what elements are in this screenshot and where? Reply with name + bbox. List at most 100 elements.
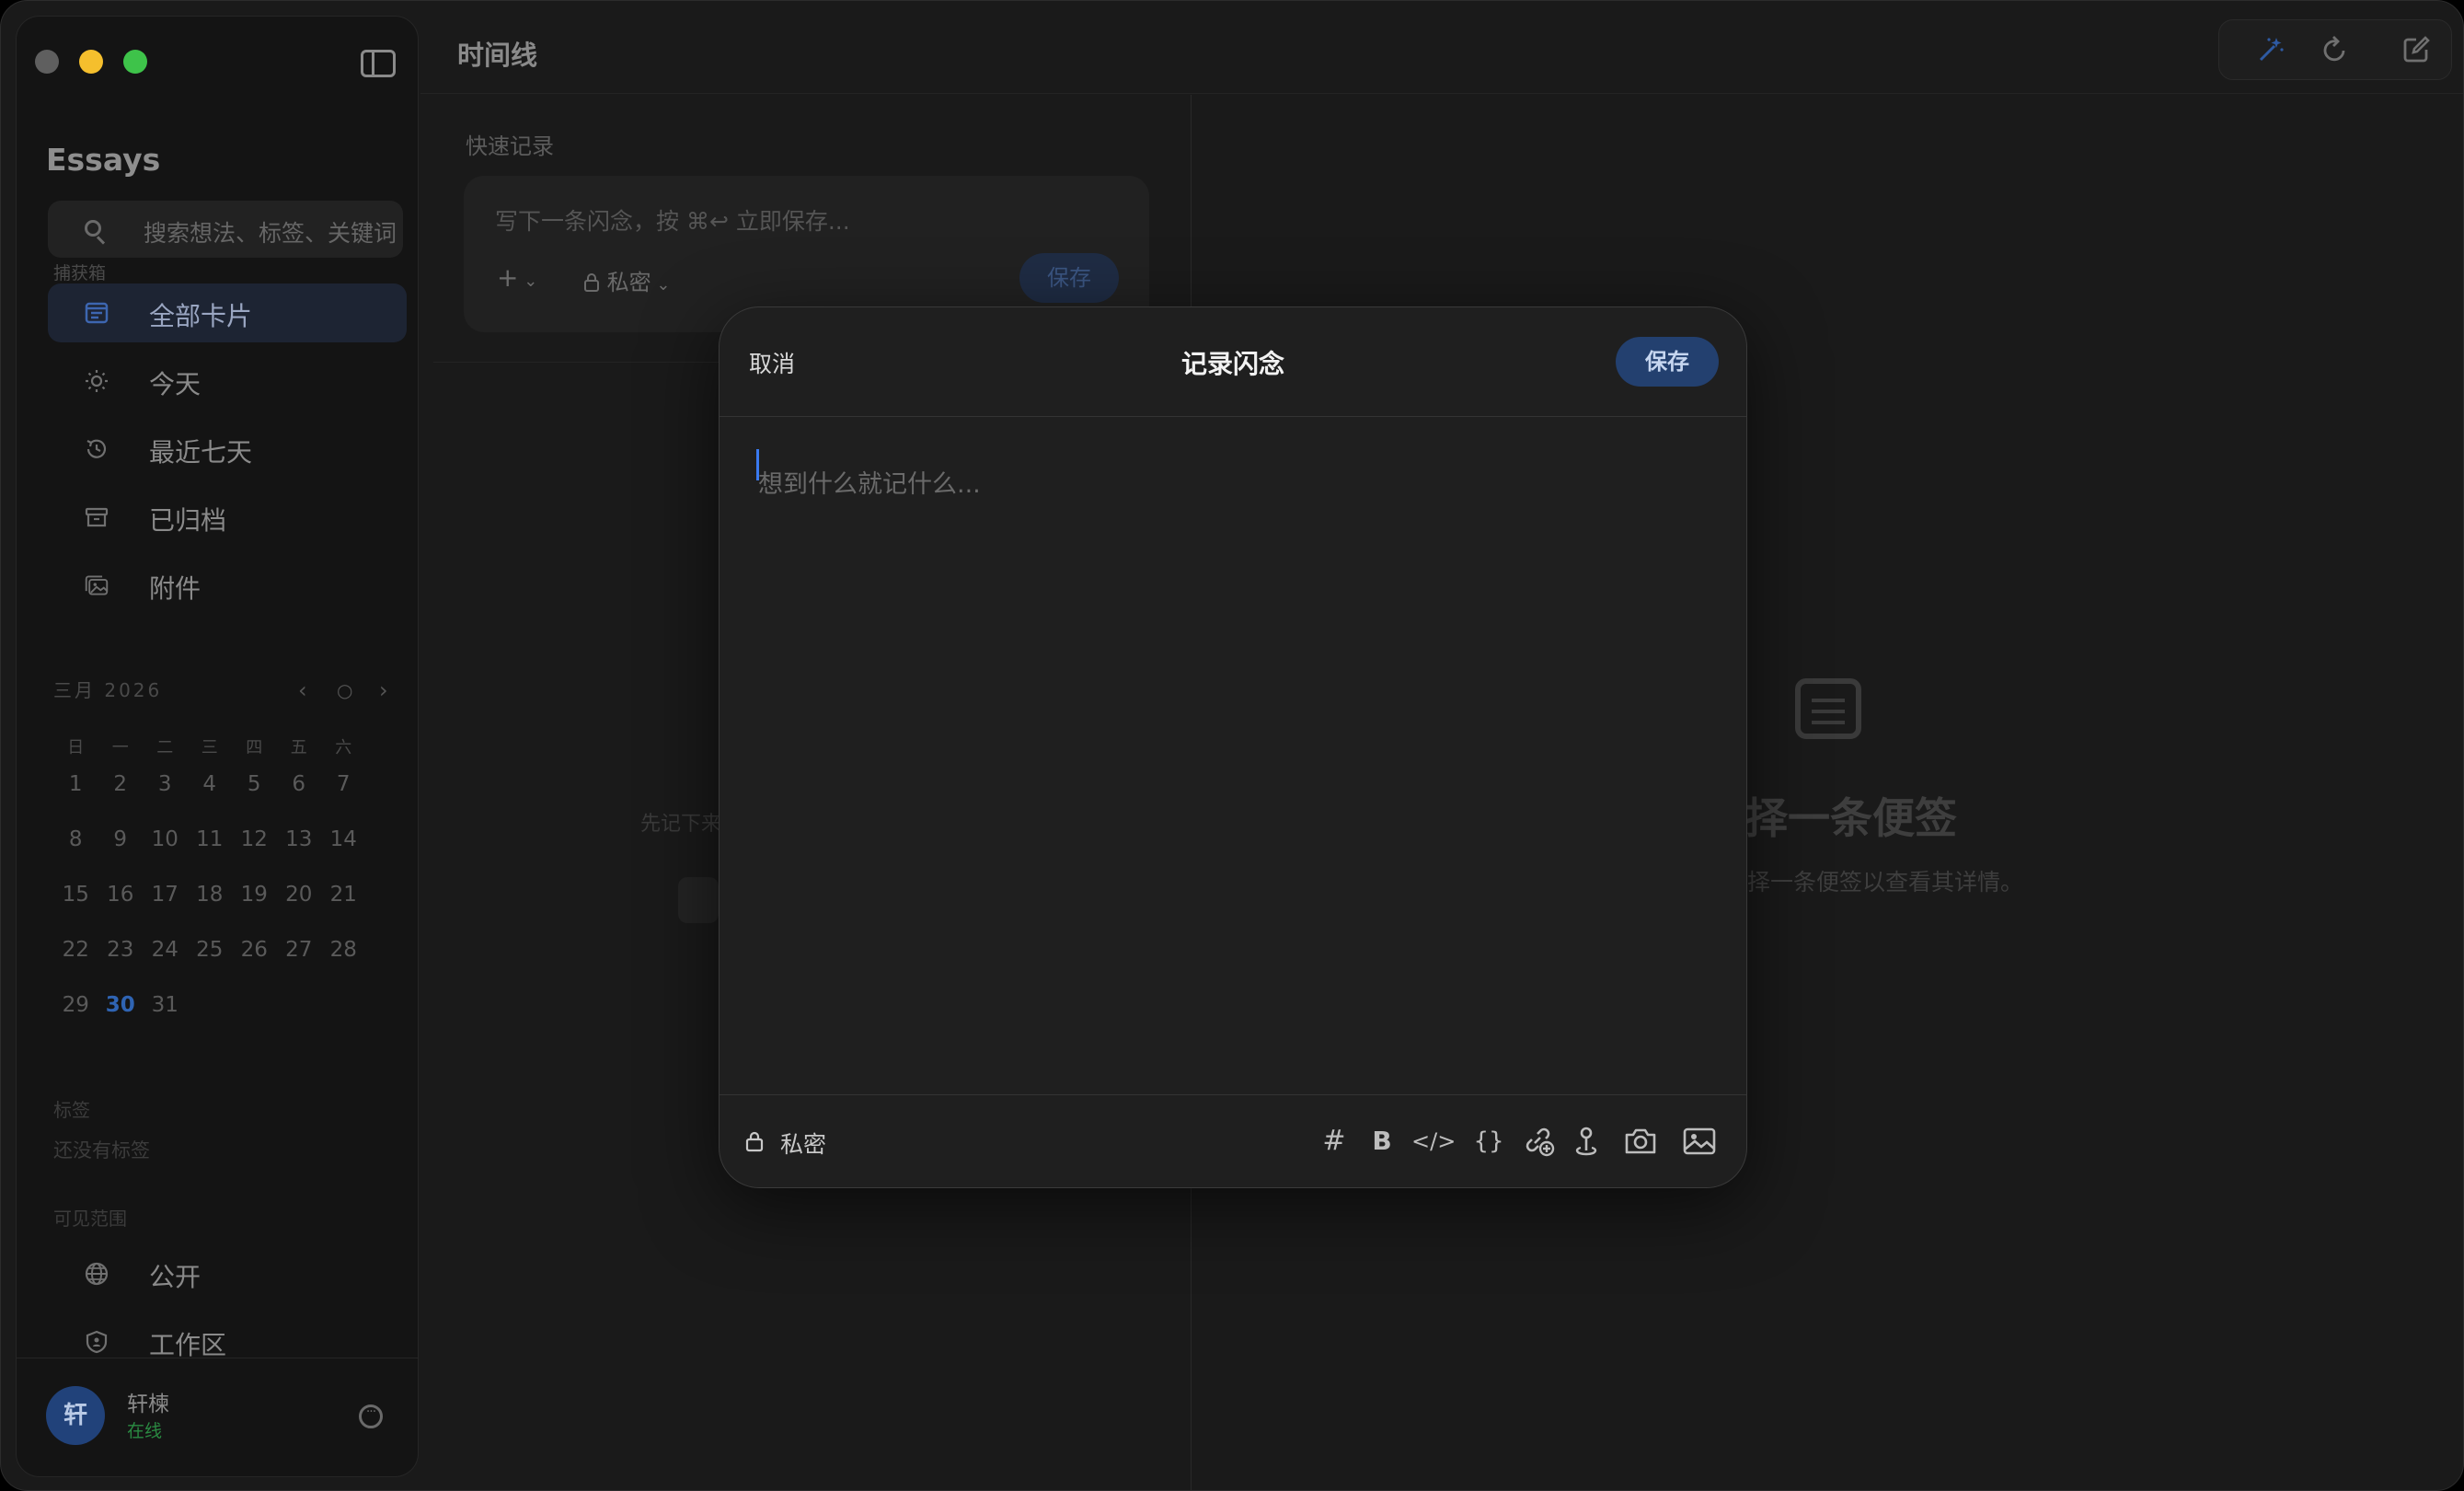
refresh-icon[interactable] bbox=[2320, 35, 2350, 64]
page-title: 时间线 bbox=[457, 40, 538, 71]
shield-icon bbox=[86, 1330, 108, 1354]
calendar-day[interactable]: 26 bbox=[232, 940, 277, 996]
calendar-day[interactable]: 9 bbox=[98, 829, 144, 885]
sidebar-item-label: 公开 bbox=[149, 1262, 201, 1292]
toolbar-actions bbox=[2218, 19, 2452, 80]
sidebar-item-public[interactable]: 公开 bbox=[48, 1244, 407, 1303]
user-bar: 轩 轩楝 在线 ··· bbox=[17, 1358, 418, 1476]
calendar-grid: 日一二三四五六 1 2 3 4 5 6 7 8 9 10 11 12 13 14 15 16 17 18 19 20 21… bbox=[53, 734, 394, 1051]
calendar-day[interactable]: 5 bbox=[232, 774, 277, 830]
sidebar-item-label: 工作区 bbox=[149, 1330, 227, 1360]
privacy-toggle[interactable]: 私密 bbox=[780, 1127, 826, 1160]
calendar-weekday: 一 bbox=[111, 738, 129, 757]
calendar-day[interactable]: 13 bbox=[277, 829, 322, 885]
calendar-day[interactable]: 3 bbox=[143, 774, 188, 830]
code-block-icon[interactable]: {} bbox=[1470, 1125, 1507, 1158]
sidebar-item-label: 附件 bbox=[149, 573, 201, 604]
sidebar-item-archived[interactable]: 已归档 bbox=[48, 488, 407, 547]
hashtag-icon[interactable]: # bbox=[1318, 1125, 1351, 1158]
search-icon bbox=[85, 220, 101, 237]
calendar-day[interactable]: 23 bbox=[98, 940, 144, 996]
calendar-day[interactable]: 4 bbox=[188, 774, 233, 830]
calendar-day[interactable]: 17 bbox=[143, 884, 188, 941]
capture-modal: 取消 记录闪念 保存 想到什么就记什么... 私密 # B </> {} bbox=[719, 306, 1747, 1188]
modal-header: 取消 记录闪念 保存 bbox=[720, 307, 1746, 417]
calendar-day[interactable]: 11 bbox=[188, 829, 233, 885]
calendar-day[interactable]: 10 bbox=[143, 829, 188, 885]
sidebar-item-last-seven-days[interactable]: 最近七天 bbox=[48, 420, 407, 479]
calendar-day[interactable]: 1 bbox=[53, 774, 98, 830]
calendar-day[interactable]: 16 bbox=[98, 884, 144, 941]
calendar-day[interactable]: 15 bbox=[53, 884, 98, 941]
compose-icon[interactable] bbox=[2401, 35, 2431, 64]
calendar-day[interactable]: 19 bbox=[232, 884, 277, 941]
save-button[interactable]: 保存 bbox=[1616, 337, 1719, 387]
calendar-weekday: 六 bbox=[335, 738, 352, 757]
calendar-day[interactable]: 18 bbox=[188, 884, 233, 941]
calendar-next-icon[interactable]: › bbox=[379, 677, 388, 703]
location-pin-icon[interactable] bbox=[1572, 1125, 1601, 1158]
image-icon[interactable] bbox=[1682, 1125, 1717, 1158]
quick-privacy-selector[interactable]: 私密 ⌄ bbox=[583, 264, 670, 296]
sidebar-toggle-icon[interactable] bbox=[361, 50, 396, 77]
calendar-day[interactable]: 31 bbox=[143, 995, 188, 1051]
add-menu-button[interactable]: + ⌄ bbox=[497, 262, 537, 293]
chevron-down-icon: ⌄ bbox=[651, 275, 671, 295]
link-add-icon[interactable] bbox=[1522, 1125, 1555, 1158]
camera-icon[interactable] bbox=[1623, 1125, 1658, 1158]
quick-capture-label: 快速记录 bbox=[466, 133, 554, 159]
calendar-prev-icon[interactable]: ‹ bbox=[298, 677, 307, 703]
sidebar-item-label: 已归档 bbox=[149, 505, 227, 536]
calendar-day[interactable]: 12 bbox=[232, 829, 277, 885]
note-icon bbox=[1795, 678, 1861, 739]
calendar-day[interactable]: 14 bbox=[321, 829, 366, 885]
modal-footer: 私密 # B </> {} bbox=[720, 1094, 1746, 1187]
timeline-empty-text: 先记下来 bbox=[640, 813, 722, 836]
calendar-day-today[interactable]: 30 bbox=[98, 995, 144, 1051]
sidebar-item-attachments[interactable]: 附件 bbox=[48, 556, 407, 615]
close-window-button[interactable] bbox=[35, 50, 59, 74]
calendar-today-icon[interactable]: ○ bbox=[337, 679, 352, 701]
calendar-day[interactable]: 20 bbox=[277, 884, 322, 941]
cards-icon bbox=[85, 302, 109, 324]
avatar[interactable]: 轩 bbox=[46, 1386, 105, 1445]
quick-capture-input[interactable]: 写下一条闪念，按 ⌘↩ 立即保存... bbox=[495, 203, 850, 237]
calendar-day[interactable]: 7 bbox=[321, 774, 366, 830]
calendar-day[interactable]: 22 bbox=[53, 940, 98, 996]
header-divider bbox=[420, 93, 2463, 94]
calendar-day[interactable]: 29 bbox=[53, 995, 98, 1051]
privacy-label: 私密 bbox=[606, 270, 651, 295]
calendar-day[interactable]: 28 bbox=[321, 940, 366, 996]
note-editor[interactable]: 想到什么就记什么... bbox=[720, 416, 1746, 1079]
calendar-day[interactable]: 24 bbox=[143, 940, 188, 996]
calendar-weekday: 四 bbox=[246, 738, 263, 757]
calendar-weekday: 五 bbox=[290, 738, 307, 757]
more-options-icon[interactable]: ··· bbox=[359, 1404, 383, 1428]
lock-icon bbox=[584, 273, 599, 292]
chevron-down-icon: ⌄ bbox=[518, 272, 538, 291]
calendar-day[interactable]: 6 bbox=[277, 774, 322, 830]
quick-save-button[interactable]: 保存 bbox=[1019, 253, 1119, 303]
code-icon[interactable]: </> bbox=[1411, 1125, 1456, 1158]
calendar-month: 三月 2026 bbox=[53, 679, 163, 701]
search-input[interactable]: 搜索想法、标签、关键词 bbox=[48, 201, 403, 258]
no-tags-text: 还没有标签 bbox=[53, 1139, 150, 1162]
calendar-day[interactable]: 25 bbox=[188, 940, 233, 996]
sidebar-item-today[interactable]: 今天 bbox=[48, 352, 407, 410]
calendar-day[interactable]: 21 bbox=[321, 884, 366, 941]
bold-icon[interactable]: B bbox=[1365, 1125, 1399, 1158]
sidebar-item-all-cards[interactable]: 全部卡片 bbox=[48, 283, 407, 342]
timeline-empty-compose-button[interactable] bbox=[678, 877, 719, 923]
minimize-window-button[interactable] bbox=[79, 50, 103, 74]
globe-icon bbox=[85, 1262, 109, 1286]
calendar-day[interactable]: 8 bbox=[53, 829, 98, 885]
lock-icon[interactable] bbox=[745, 1130, 764, 1152]
modal-title: 记录闪念 bbox=[1180, 349, 1284, 379]
zoom-window-button[interactable] bbox=[123, 50, 147, 74]
note-editor-placeholder: 想到什么就记什么... bbox=[758, 470, 981, 499]
calendar-day[interactable]: 27 bbox=[277, 940, 322, 996]
calendar-day[interactable]: 2 bbox=[98, 774, 144, 830]
magic-wand-icon[interactable] bbox=[2256, 35, 2286, 64]
sidebar: Essays 搜索想法、标签、关键词 捕获箱 全部卡片 今天 最近七天 已归档 … bbox=[16, 16, 419, 1477]
plus-icon: + bbox=[497, 262, 519, 293]
